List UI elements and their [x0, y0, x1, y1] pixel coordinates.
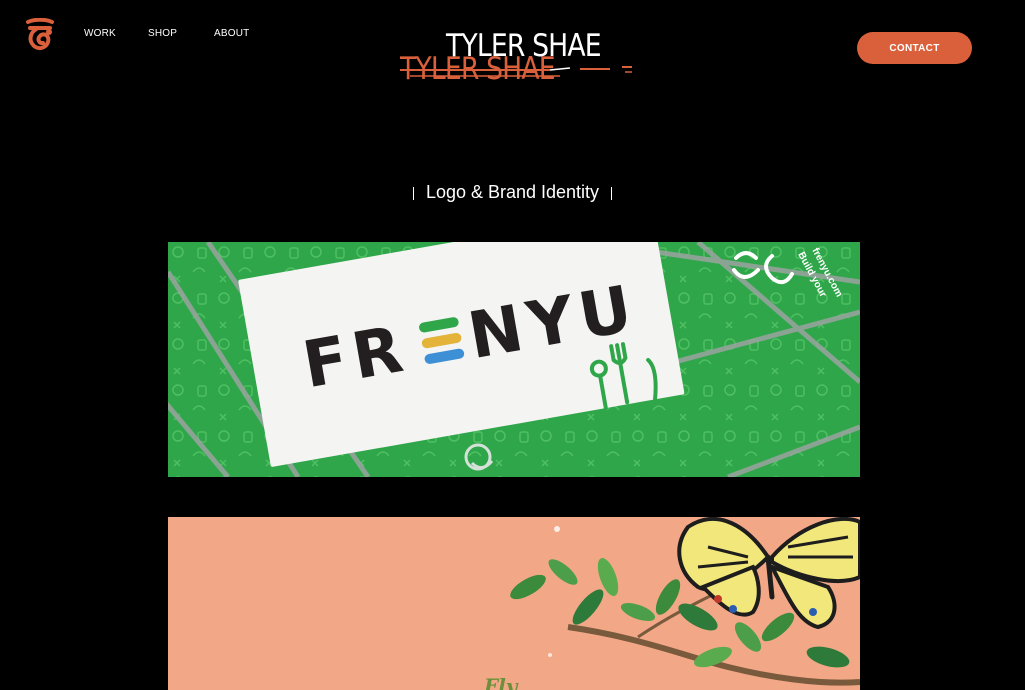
brand-name: TYLER SHAE: [446, 28, 602, 64]
section-title: Logo & Brand Identity: [0, 182, 1025, 203]
butterfly-illustration-image: Fly: [168, 517, 860, 690]
title-divider-right: [611, 186, 613, 200]
page: WORK SHOP ABOUT TYLER SHAE TYLER SHAE CO…: [0, 0, 1025, 690]
brand-wordmark[interactable]: TYLER SHAE TYLER SHAE: [400, 24, 640, 94]
glitch-lines-decoration: [400, 66, 632, 77]
fly-logo-text: Fly: [483, 674, 519, 690]
title-divider-left: [412, 186, 414, 200]
frenyu-mockup-image: Build your frenyu.com FR NYU: [168, 242, 860, 477]
contact-button[interactable]: CONTACT: [857, 32, 972, 64]
nav-work[interactable]: WORK: [84, 28, 116, 39]
nav-shop[interactable]: SHOP: [148, 28, 177, 39]
section-title-text: Logo & Brand Identity: [425, 182, 600, 202]
project-card-butterfly[interactable]: Fly: [168, 517, 860, 690]
project-card-frenyu[interactable]: Build your frenyu.com FR NYU: [168, 242, 860, 477]
nav-about[interactable]: ABOUT: [214, 28, 249, 39]
tyler-shae-monogram-icon[interactable]: [24, 18, 56, 52]
